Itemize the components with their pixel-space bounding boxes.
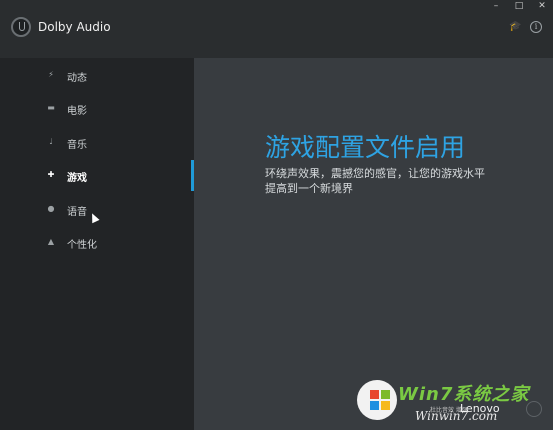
sidebar-item-label: 个性化 (67, 240, 97, 251)
close-button[interactable]: ✕ (531, 0, 553, 12)
watermark-logo (357, 380, 397, 420)
sidebar: ⚡ 动态 ▬ 电影 ♩ 音乐 ✚ 游戏 ● 语音 ▲ 个性化 (0, 58, 194, 430)
windows-logo-icon (381, 401, 390, 410)
description-text: 环绕声效果，震撼您的感官，让您的游戏水平提高到一个新境界 (265, 167, 485, 195)
corner-button-icon[interactable] (526, 401, 542, 417)
sidebar-item-label: 动态 (67, 73, 87, 84)
main-panel (194, 58, 553, 430)
title-bar: Dolby Audio – □ ✕ 🎓 i (0, 0, 553, 58)
windows-logo-icon (370, 401, 379, 410)
sidebar-item-movie[interactable]: ▬ 电影 (0, 94, 194, 124)
maximize-button[interactable]: □ (508, 0, 530, 12)
sidebar-item-label: 音乐 (67, 140, 87, 151)
sidebar-item-dynamic[interactable]: ⚡ 动态 (0, 61, 194, 91)
sidebar-item-music[interactable]: ♩ 音乐 (0, 128, 194, 158)
sidebar-item-label: 游戏 (67, 173, 87, 184)
sidebar-item-label: 电影 (67, 106, 87, 117)
sidebar-item-personalize[interactable]: ▲ 个性化 (0, 228, 194, 258)
app-title: Dolby Audio (38, 20, 111, 34)
page-title: 游戏配置文件启用 (265, 133, 466, 162)
graduation-cap-icon[interactable]: 🎓 (509, 21, 521, 33)
bolt-icon: ⚡ (48, 70, 54, 79)
people-icon: ● (47, 204, 55, 213)
film-icon: ▬ (47, 103, 55, 112)
windows-logo-icon (381, 390, 390, 399)
windows-logo-icon (370, 390, 379, 399)
sidebar-item-game[interactable]: ✚ 游戏 (0, 161, 194, 191)
dolby-logo-icon (11, 17, 31, 37)
minimize-button[interactable]: – (485, 0, 507, 12)
gamepad-icon: ✚ (47, 170, 55, 179)
sidebar-item-label: 语音 (67, 207, 87, 218)
music-note-icon: ♩ (49, 137, 53, 146)
info-icon[interactable]: i (530, 21, 542, 33)
lenovo-brand: Lenovo (460, 402, 500, 415)
person-icon: ▲ (47, 237, 55, 246)
